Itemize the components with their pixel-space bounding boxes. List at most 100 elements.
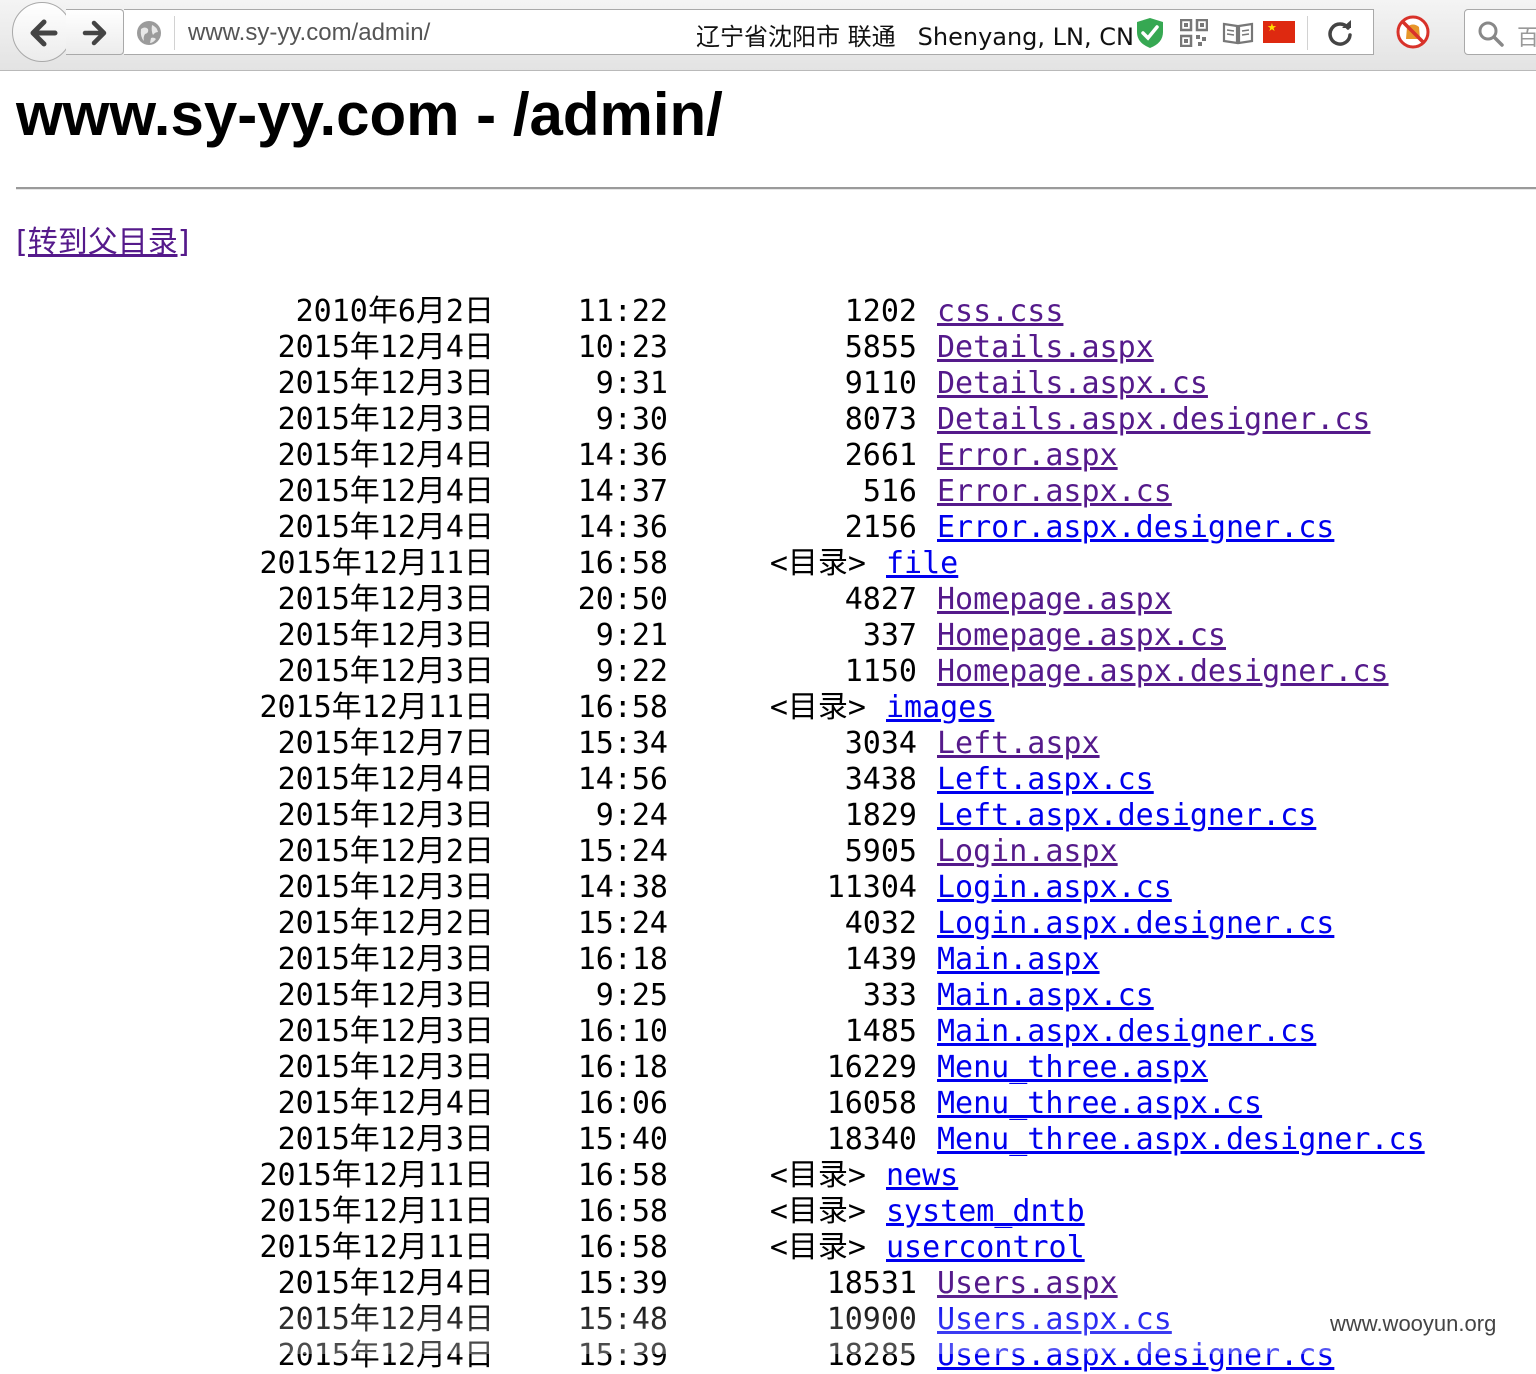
file-date: 2015年12月4日 [277, 1266, 494, 1301]
file-date: 2015年12月3日 [277, 654, 494, 689]
file-link[interactable]: Main.aspx [937, 942, 1100, 978]
file-date: 2015年12月3日 [277, 798, 494, 833]
file-link[interactable]: Main.aspx.cs [937, 978, 1154, 1014]
file-link[interactable]: Users.aspx.cs [937, 1302, 1172, 1338]
directory-listing: 2010年6月2日 11:22 1202 css.css 2015年12月4日 … [0, 294, 1536, 1374]
file-date: 2015年12月3日 [277, 366, 494, 401]
folder-link[interactable]: images [886, 690, 994, 726]
file-date: 2010年6月2日 [295, 294, 494, 329]
file-link[interactable]: Details.aspx.cs [937, 366, 1208, 402]
file-link[interactable]: Details.aspx [937, 330, 1154, 366]
file-date: 2015年12月3日 [277, 1122, 494, 1157]
file-link[interactable]: Error.aspx.designer.cs [937, 510, 1334, 546]
file-size: 18285 [826, 1338, 917, 1373]
file-size: 10900 [826, 1302, 917, 1337]
file-size: 337 [862, 618, 917, 653]
listing-row: 2015年12月11日 16:58 <目录> usercontrol [0, 1230, 1536, 1266]
file-link[interactable]: Users.aspx [937, 1266, 1118, 1302]
back-button[interactable] [12, 2, 72, 62]
reload-icon[interactable] [1326, 19, 1354, 47]
listing-row: 2015年12月3日 9:22 1150 Homepage.aspx.desig… [0, 654, 1536, 690]
file-date: 2015年12月11日 [259, 690, 495, 725]
ip-location-cn: 辽宁省沈阳市 联通 [696, 23, 896, 51]
file-link[interactable]: Login.aspx.designer.cs [937, 906, 1334, 942]
folder-link[interactable]: news [886, 1158, 958, 1194]
file-link[interactable]: Error.aspx [937, 438, 1118, 474]
address-bar[interactable]: www.sy-yy.com/admin/ 辽宁省沈阳市 联通 Shenyang, … [124, 9, 1374, 55]
file-size: 8073 [844, 402, 917, 437]
file-link[interactable]: Homepage.aspx [937, 582, 1172, 618]
horizontal-rule [16, 187, 1536, 190]
file-link[interactable]: Details.aspx.designer.cs [937, 402, 1370, 438]
file-date: 2015年12月11日 [259, 1194, 495, 1229]
browser-toolbar: www.sy-yy.com/admin/ 辽宁省沈阳市 联通 Shenyang, … [0, 0, 1536, 71]
file-time: 9:31 [595, 366, 668, 401]
ip-location-en: Shenyang, LN, CN [917, 23, 1134, 51]
file-link[interactable]: Error.aspx.cs [937, 474, 1172, 510]
file-time: 15:24 [577, 834, 668, 869]
folder-link[interactable]: system_dntb [886, 1194, 1085, 1230]
file-link[interactable]: Menu_three.aspx.designer.cs [937, 1122, 1425, 1158]
file-link[interactable]: Menu_three.aspx.cs [937, 1086, 1262, 1122]
file-date: 2015年12月2日 [277, 834, 494, 869]
url-separator [1307, 16, 1308, 50]
qr-code-icon[interactable] [1180, 19, 1208, 47]
file-date: 2015年12月3日 [277, 582, 494, 617]
file-time: 15:48 [577, 1302, 668, 1337]
file-link[interactable]: Users.aspx.designer.cs [937, 1338, 1334, 1374]
shield-icon[interactable] [1136, 17, 1164, 49]
file-size: 9110 [844, 366, 917, 401]
file-link[interactable]: Main.aspx.designer.cs [937, 1014, 1316, 1050]
url-text[interactable]: www.sy-yy.com/admin/ [188, 19, 430, 47]
file-size: <目录> [769, 546, 866, 581]
file-size: 4827 [844, 582, 917, 617]
file-size: 2661 [844, 438, 917, 473]
file-link[interactable]: Login.aspx [937, 834, 1118, 870]
reader-mode-icon[interactable] [1222, 21, 1254, 45]
file-link[interactable]: Left.aspx.cs [937, 762, 1154, 798]
file-size: 3438 [844, 762, 917, 797]
forward-button[interactable] [66, 9, 124, 55]
file-date: 2015年12月3日 [277, 942, 494, 977]
file-time: 15:39 [577, 1338, 668, 1373]
file-size: 1150 [844, 654, 917, 689]
file-time: 20:50 [577, 582, 668, 617]
listing-row: 2015年12月4日 16:06 16058 Menu_three.aspx.c… [0, 1086, 1536, 1122]
file-time: 16:58 [577, 1230, 668, 1265]
search-placeholder: 百 [1517, 26, 1536, 51]
file-link[interactable]: Left.aspx [937, 726, 1100, 762]
file-link[interactable]: css.css [937, 294, 1063, 330]
file-time: 16:10 [577, 1014, 668, 1049]
listing-row: 2015年12月3日 14:38 11304 Login.aspx.cs [0, 870, 1536, 906]
file-time: 16:18 [577, 942, 668, 977]
adblock-icon[interactable] [1396, 15, 1430, 49]
file-size: <目录> [769, 690, 866, 725]
listing-row: 2015年12月3日 16:18 1439 Main.aspx [0, 942, 1536, 978]
file-link[interactable]: Homepage.aspx.cs [937, 618, 1226, 654]
file-size: 16058 [826, 1086, 917, 1121]
file-size: 18531 [826, 1266, 917, 1301]
listing-row: 2015年12月3日 9:21 337 Homepage.aspx.cs [0, 618, 1536, 654]
listing-row: 2015年12月2日 15:24 5905 Login.aspx [0, 834, 1536, 870]
folder-link[interactable]: usercontrol [886, 1230, 1085, 1266]
listing-row: 2015年12月3日 9:24 1829 Left.aspx.designer.… [0, 798, 1536, 834]
file-time: 14:37 [577, 474, 668, 509]
file-time: 14:36 [577, 438, 668, 473]
folder-link[interactable]: file [886, 546, 958, 582]
globe-icon [137, 21, 161, 45]
search-box[interactable]: 百 [1464, 9, 1536, 55]
file-link[interactable]: Menu_three.aspx [937, 1050, 1208, 1086]
listing-row: 2015年12月3日 20:50 4827 Homepage.aspx [0, 582, 1536, 618]
watermark: www.wooyun.org [1330, 1311, 1497, 1336]
file-link[interactable]: Login.aspx.cs [937, 870, 1172, 906]
file-link[interactable]: Left.aspx.designer.cs [937, 798, 1316, 834]
file-date: 2015年12月2日 [277, 906, 494, 941]
listing-row: 2015年12月2日 15:24 4032 Login.aspx.designe… [0, 906, 1536, 942]
parent-directory-link[interactable]: [转到父目录] [16, 224, 189, 262]
file-size: 2156 [844, 510, 917, 545]
listing-row: 2015年12月4日 10:23 5855 Details.aspx [0, 330, 1536, 366]
file-date: 2015年12月3日 [277, 870, 494, 905]
listing-row: 2015年12月11日 16:58 <目录> file [0, 546, 1536, 582]
file-size: 18340 [826, 1122, 917, 1157]
file-link[interactable]: Homepage.aspx.designer.cs [937, 654, 1389, 690]
